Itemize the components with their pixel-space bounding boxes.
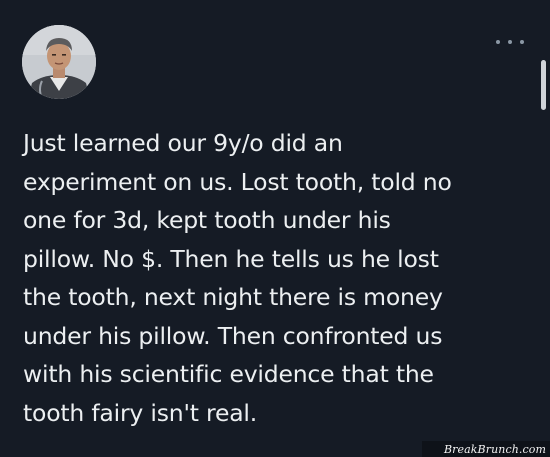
profile-avatar-icon[interactable] [22, 25, 96, 99]
tweet-text-line: the tooth, next night there is money [23, 283, 443, 311]
more-dot [508, 40, 512, 44]
more-dot [520, 40, 524, 44]
tweet-text-line: pillow. No $. Then he tells us he lost [23, 244, 439, 273]
tweet-text-line: one for 3d, kept tooth under his [23, 206, 391, 234]
avatar-image [22, 25, 96, 99]
tweet-text-line: tooth fairy isn't real. [23, 398, 258, 427]
more-options-icon[interactable] [496, 34, 524, 50]
tweet-text-line: experiment on us. Lost tooth, told no [23, 167, 452, 196]
tweet-text: Just learned our 9y/o did an experiment … [23, 124, 538, 432]
site-watermark: BreakBrunch.com [422, 441, 550, 457]
tweet-text-line: with his scientific evidence that the [23, 360, 434, 388]
more-dot [496, 40, 500, 44]
tweet-text-line: under his pillow. Then confronted us [23, 321, 443, 350]
scrollbar[interactable] [540, 0, 550, 457]
tweet-text-line: Just learned our 9y/o did an [23, 129, 343, 157]
scrollbar-thumb[interactable] [541, 60, 546, 110]
tweet-card: Just learned our 9y/o did an experiment … [0, 0, 550, 457]
watermark-text: BreakBrunch.com [443, 442, 546, 456]
